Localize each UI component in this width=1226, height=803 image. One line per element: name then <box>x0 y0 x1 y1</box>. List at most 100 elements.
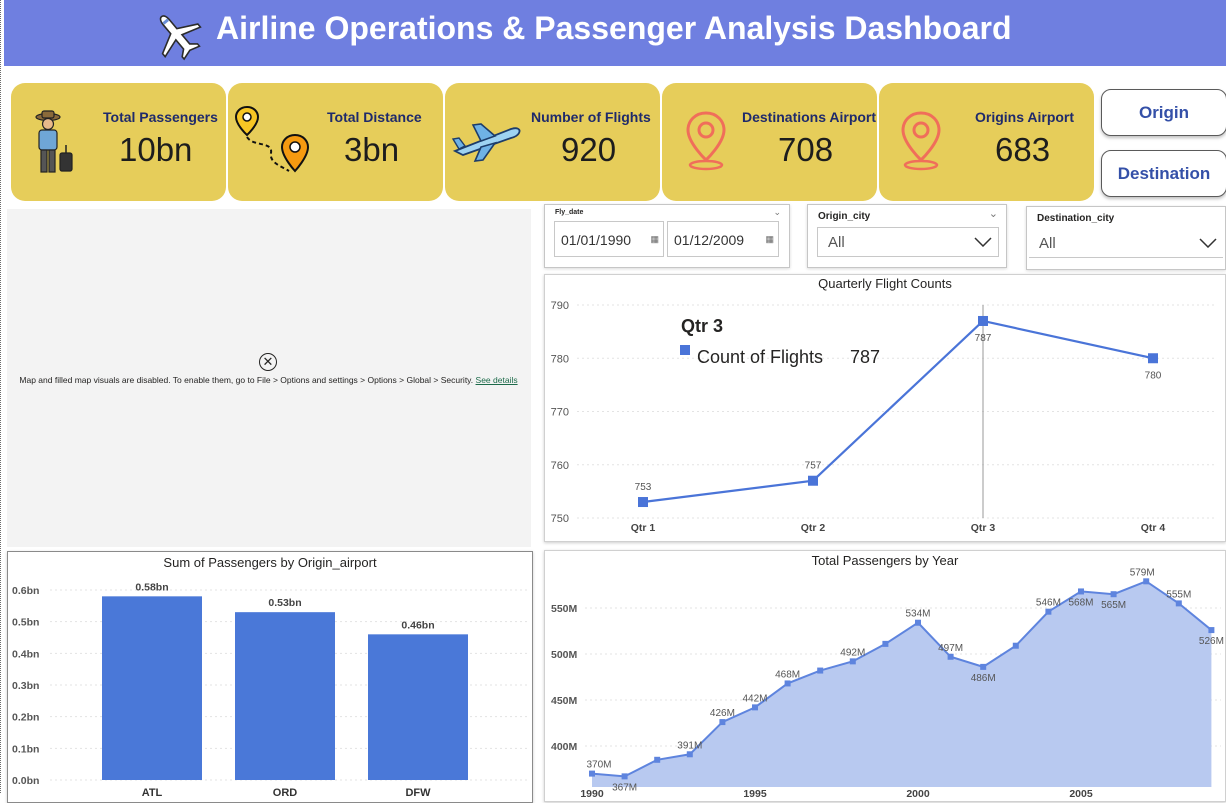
y-tick-label: 0.0bn <box>12 775 39 787</box>
data-label: 534M <box>905 609 930 620</box>
y-tick-label: 780 <box>551 353 569 365</box>
dropdown-value: All <box>1039 235 1056 252</box>
calendar-icon[interactable]: ▦ <box>650 234 659 245</box>
chevron-down-icon[interactable]: ⌄ <box>773 207 781 218</box>
x-tick-label: DFW <box>405 787 431 799</box>
card-label: Number of Flights <box>531 109 651 125</box>
bar-value-label: 0.58bn <box>135 581 168 593</box>
y-tick-label: 0.1bn <box>12 743 39 755</box>
data-label: 468M <box>775 669 800 680</box>
data-point <box>1148 353 1158 364</box>
destination-button[interactable]: Destination <box>1101 150 1226 197</box>
data-label: 426M <box>710 708 735 719</box>
data-point <box>1045 608 1052 615</box>
data-label: 780 <box>1145 370 1162 381</box>
data-point <box>1208 627 1215 634</box>
chevron-down-icon[interactable]: ⌄ <box>989 207 998 220</box>
data-point <box>882 640 889 647</box>
x-tick-label: 1995 <box>743 788 767 800</box>
destination-city-slicer[interactable]: Destination_city All <box>1026 206 1226 270</box>
data-label: 546M <box>1036 598 1061 609</box>
quarterly-flight-counts-chart[interactable]: Quarterly Flight Counts 750 760 770 780 790 7… <box>544 274 1226 542</box>
bar-value-label: 0.53bn <box>268 597 301 609</box>
x-tick-label: 1990 <box>580 788 604 800</box>
data-point <box>638 497 648 508</box>
y-tick-label: 500M <box>551 649 578 661</box>
x-tick-label: 2005 <box>1069 788 1093 800</box>
calendar-icon[interactable]: ▦ <box>765 234 774 245</box>
x-tick-label: Qtr 3 <box>971 522 996 534</box>
data-point <box>978 315 988 326</box>
slicer-title: Fly_date <box>555 209 584 216</box>
airplane-icon <box>159 15 202 61</box>
fly-date-slicer[interactable]: Fly_date ⌄ 01/01/1990 ▦ 01/12/2009 ▦ <box>544 204 790 268</box>
data-label: 442M <box>742 693 767 704</box>
destination-city-dropdown[interactable]: All <box>1029 229 1223 258</box>
tooltip-value: 787 <box>850 347 880 367</box>
area-chart-canvas: 400M 450M 500M 550M 370M367M 391M 426M 442M 468M… <box>551 567 1224 800</box>
data-point <box>849 658 856 665</box>
card-value: 708 <box>778 131 834 168</box>
card-total-passengers: Total Passengers 10bn <box>11 83 226 201</box>
card-label: Origins Airport <box>975 109 1075 125</box>
route-pin-icon <box>234 105 310 173</box>
data-point <box>947 653 954 660</box>
origin-city-slicer[interactable]: Origin_city ⌄ All <box>807 204 1007 268</box>
data-point <box>915 619 921 626</box>
bar <box>368 634 468 780</box>
data-point <box>1175 600 1182 607</box>
data-point <box>1078 588 1084 595</box>
dropdown-value: All <box>828 234 845 251</box>
location-pin-icon <box>901 111 941 171</box>
data-point <box>1143 578 1150 585</box>
traveler-icon <box>35 110 73 173</box>
close-circle-icon: ✕ <box>259 353 277 371</box>
tooltip-legend-marker <box>680 345 690 355</box>
card-value: 683 <box>995 131 1051 168</box>
y-tick-label: 550M <box>551 603 578 615</box>
data-label: 497M <box>938 643 963 654</box>
y-tick-label: 0.5bn <box>12 617 39 629</box>
data-point <box>784 680 791 687</box>
x-tick-label: Qtr 4 <box>1141 522 1166 534</box>
card-value: 920 <box>561 131 617 168</box>
x-tick-label: Qtr 2 <box>801 522 826 534</box>
data-label: 757 <box>805 461 822 472</box>
page-title: Airline Operations & Passenger Analysis … <box>216 10 1012 46</box>
card-number-of-flights: Number of Flights 920 <box>445 83 660 201</box>
passengers-by-origin-airport-chart[interactable]: Sum of Passengers by Origin_airport 0.0b… <box>7 551 533 803</box>
data-point <box>654 756 661 763</box>
card-value: 3bn <box>344 131 400 168</box>
data-label: 370M <box>586 760 611 771</box>
chevron-down-icon[interactable] <box>1199 238 1217 248</box>
x-tick-label: 2000 <box>906 788 930 800</box>
y-tick-label: 790 <box>551 300 569 312</box>
map-disabled-message: Map and filled map visuals are disabled.… <box>16 375 521 386</box>
data-point <box>589 770 595 777</box>
card-label: Total Passengers <box>103 109 218 125</box>
data-label: 565M <box>1101 600 1126 611</box>
data-point <box>719 719 726 726</box>
chevron-down-icon[interactable] <box>974 237 992 247</box>
start-date-input[interactable]: 01/01/1990 ▦ <box>554 221 664 257</box>
tooltip-label: Count of Flights <box>697 347 823 367</box>
end-date-input[interactable]: 01/12/2009 ▦ <box>667 221 779 257</box>
data-point <box>980 663 987 670</box>
origin-city-dropdown[interactable]: All <box>817 227 999 257</box>
origin-button[interactable]: Origin <box>1101 89 1226 136</box>
data-point <box>686 751 693 758</box>
data-label: 568M <box>1068 597 1093 608</box>
y-tick-label: 770 <box>551 407 569 419</box>
data-label: 391M <box>677 740 702 751</box>
y-tick-label: 0.3bn <box>12 680 39 692</box>
data-label: 753 <box>635 482 652 493</box>
see-details-link[interactable]: See details <box>476 375 518 385</box>
slicer-title: Origin_city <box>818 211 871 222</box>
y-tick-label: 0.6bn <box>12 585 39 597</box>
y-tick-label: 400M <box>551 741 578 753</box>
y-tick-label: 0.4bn <box>12 648 39 660</box>
total-passengers-by-year-chart[interactable]: Total Passengers by Year 400M 450M 500M 550… <box>544 550 1226 802</box>
data-label: 492M <box>840 647 865 658</box>
end-date-value: 01/12/2009 <box>674 232 745 248</box>
data-point <box>1012 642 1019 649</box>
